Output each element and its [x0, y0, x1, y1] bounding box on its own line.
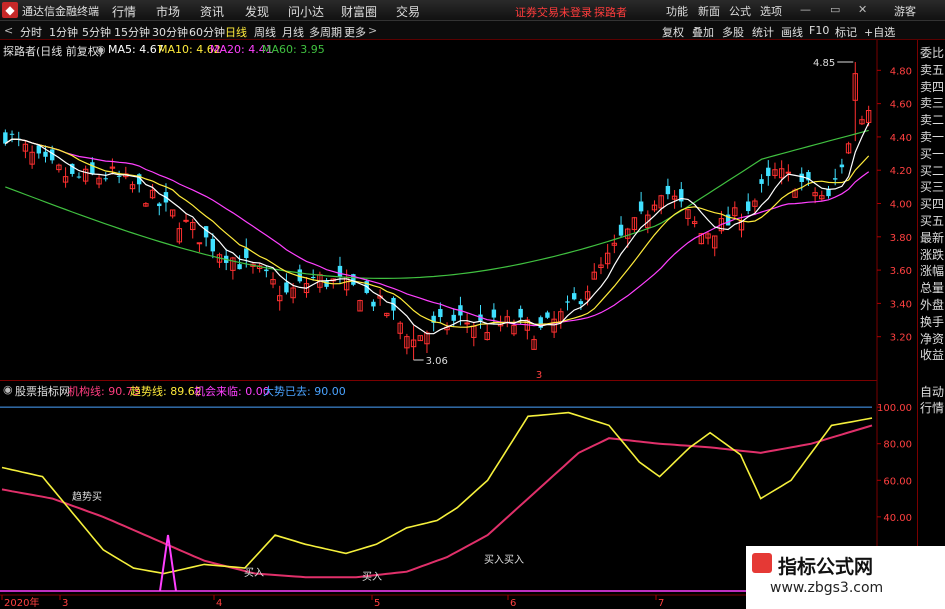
price-tick-label: 4.20 — [890, 166, 912, 177]
side-panel-item[interactable]: 卖一 — [920, 130, 945, 146]
time-tick-label: 6 — [510, 598, 516, 609]
candle-body — [464, 322, 470, 325]
indicator-line2: 趋势线: 89.62 — [130, 385, 202, 398]
price-tick-label: 3.40 — [890, 299, 912, 310]
candle-body — [337, 265, 343, 277]
candle-body — [766, 167, 771, 177]
side-panel-item[interactable]: 换手 — [920, 315, 945, 331]
candle-body — [9, 133, 15, 135]
indicator-tick-label: 100.00 — [877, 403, 912, 414]
candle-body — [116, 175, 122, 177]
indicator-tick-label: 60.00 — [883, 476, 912, 487]
candle-body — [799, 173, 804, 182]
ma20-line — [4, 138, 870, 327]
side-panel-item[interactable]: 收益 — [920, 348, 945, 364]
side-panel-item[interactable]: 涨幅 — [920, 264, 945, 280]
price-tick-label: 4.40 — [890, 133, 912, 144]
candle-body — [785, 171, 792, 174]
candle-body — [43, 151, 48, 157]
side-panel-item[interactable]: 卖三 — [920, 96, 945, 112]
indicator-name: 股票指标网 — [15, 385, 70, 398]
signal-annotation: 买入 — [362, 571, 382, 583]
indicator-line3: 机会来临: 0.00 — [194, 385, 270, 398]
signal-annotation: 买入 — [244, 567, 264, 579]
price-tick-label: 4.00 — [890, 200, 912, 211]
price-tick-label: 3.20 — [890, 333, 912, 344]
price-tick-label: 3.60 — [890, 266, 912, 277]
watermark-title: 指标公式网 — [778, 556, 874, 578]
price-tick-label: 4.60 — [890, 100, 912, 111]
candle-body — [571, 293, 577, 300]
candle-body — [244, 248, 249, 259]
candle-body — [518, 308, 523, 318]
indicator-line1: 机构线: 90.73 — [68, 385, 140, 398]
candle-body — [371, 301, 376, 307]
candle-body — [310, 277, 316, 279]
candle-body — [451, 314, 456, 321]
candle-body — [491, 309, 497, 318]
chart-canvas[interactable]: 4.80 4.60 4.40 4.20 4.00 3.80 3.60 3.40 3.20 2020… — [0, 0, 945, 609]
price-tick-label: 4.80 — [890, 66, 912, 77]
candle-body — [438, 309, 443, 318]
side-panel-item[interactable]: 买三 — [920, 180, 945, 196]
low-price-label: 3.06 — [426, 356, 448, 367]
time-tick-label: 2020年 — [4, 596, 39, 609]
candle-body — [157, 203, 162, 207]
candle-body — [759, 179, 764, 184]
side-panel-item[interactable]: 净资 — [920, 332, 945, 348]
side-panel-bottom-item[interactable]: 自动 — [920, 385, 945, 401]
side-panel-item[interactable]: 买五 — [920, 214, 945, 230]
signal-annotation: 买入买入 — [484, 554, 524, 566]
side-panel-item[interactable]: 卖二 — [920, 113, 945, 129]
time-tick-label: 7 — [658, 598, 664, 609]
candle-body — [76, 176, 82, 178]
side-panel-item[interactable]: 买二 — [920, 164, 945, 180]
candle-body — [284, 282, 289, 293]
indicator-tick-label: 40.00 — [883, 513, 912, 524]
institution-line — [1, 424, 873, 579]
candle-body — [578, 301, 584, 305]
time-tick-label: 5 — [374, 598, 380, 609]
trend-line — [1, 411, 873, 575]
ma60-line — [5, 129, 869, 279]
candle-body — [103, 178, 108, 180]
side-panel-item[interactable]: 涨跌 — [920, 248, 945, 264]
side-panel-item[interactable]: 卖四 — [920, 80, 945, 96]
watermark-url: www.zbgs3.com — [770, 580, 884, 596]
indicator-tick-label: 80.00 — [883, 440, 912, 451]
side-panel-item[interactable]: 外盘 — [920, 298, 945, 314]
side-panel-item[interactable]: 卖五 — [920, 63, 945, 79]
high-price-label: 4.85 — [813, 58, 835, 69]
candle-body — [565, 301, 570, 303]
candle-body — [183, 219, 189, 222]
time-tick-label: 4 — [216, 598, 222, 609]
side-panel-item[interactable]: 买一 — [920, 147, 945, 163]
side-panel-item[interactable]: 买四 — [920, 197, 945, 213]
side-panel-item[interactable]: 委比 — [920, 46, 945, 62]
quote-side-panel: 委比 卖五 卖四 卖三 卖二 卖一 买一 买二 买三 买四 买五 最新 涨跌 涨幅 总量 外盘 换手 净资 收益自动… — [917, 40, 945, 609]
side-panel-item[interactable]: 最新 — [920, 231, 945, 247]
candle-body — [545, 312, 550, 318]
candle-body — [745, 201, 751, 212]
candle-body — [324, 280, 329, 287]
candle-body — [665, 185, 671, 195]
candle-body — [638, 201, 644, 212]
candle-body — [237, 264, 242, 270]
indicator-settings-icon[interactable]: ◉ — [3, 383, 13, 396]
price-tick-label: 3.80 — [890, 233, 912, 244]
candle-body — [264, 269, 269, 272]
candle-body — [839, 164, 845, 168]
signal-annotation: 趋势买 — [72, 490, 102, 503]
indicator-line4: 大势已去: 90.00 — [263, 385, 346, 398]
candle-body — [90, 162, 95, 174]
side-panel-bottom-item[interactable]: 行情 — [920, 401, 945, 417]
candle-body — [832, 178, 838, 180]
candle-body — [618, 224, 624, 236]
time-tick-label: 3 — [62, 598, 68, 609]
candle-body — [210, 238, 216, 252]
side-panel-item[interactable]: 总量 — [920, 281, 945, 297]
watermark-logo-icon — [752, 553, 772, 573]
candle-body — [196, 242, 203, 245]
